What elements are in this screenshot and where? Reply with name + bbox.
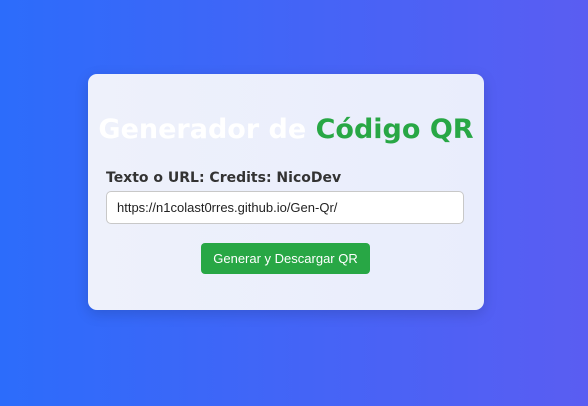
input-label: Texto o URL: Credits: NicoDev: [106, 170, 342, 186]
qr-generator-card: Generador de Código QR Texto o URL: Cred…: [88, 74, 484, 310]
text-url-input[interactable]: [106, 191, 464, 224]
page-title: Generador de Código QR: [88, 114, 484, 145]
title-part1: Generador de: [98, 114, 316, 145]
title-part2: Código QR: [315, 114, 474, 145]
generate-download-button[interactable]: Generar y Descargar QR: [201, 243, 370, 274]
